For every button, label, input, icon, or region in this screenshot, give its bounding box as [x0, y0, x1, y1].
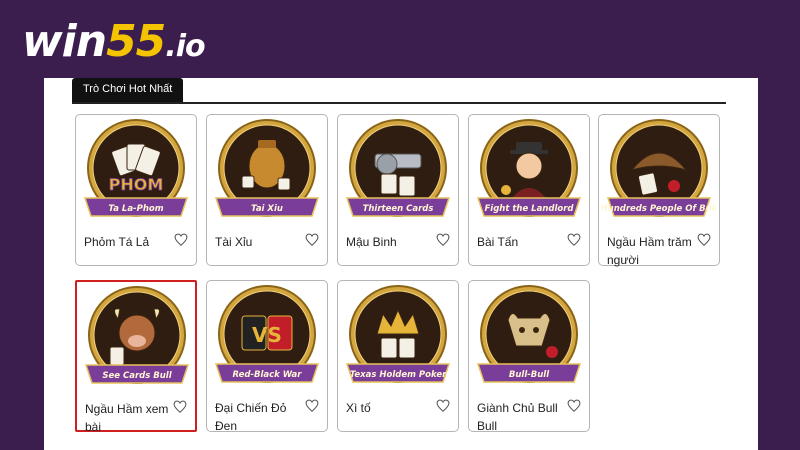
- heart-icon[interactable]: [173, 400, 187, 414]
- cards-phom-icon: PHOM: [108, 143, 164, 194]
- tab-hot-games[interactable]: Trò Chơi Hot Nhất: [72, 78, 184, 102]
- thumb-label: Thirteen Cards: [363, 204, 434, 214]
- thumb-label: Bull-Bull: [509, 370, 550, 380]
- game-name: Ngầu Hầm trăm người: [607, 235, 692, 267]
- svg-text:PHOM: PHOM: [109, 175, 164, 194]
- game-name: Giành Chủ Bull Bull: [477, 401, 558, 433]
- game-name: Mậu Binh: [346, 235, 397, 249]
- thumb-label: Hundreds People Of Bull: [602, 204, 716, 214]
- game-name: Bài Tấn: [477, 235, 519, 249]
- brand-logo[interactable]: win55.io: [22, 14, 206, 75]
- game-card[interactable]: Thirteen Cards Mậu Binh: [337, 114, 459, 266]
- game-thumbnail: Fight the Landlord: [476, 119, 582, 217]
- game-card[interactable]: Fight the Landlord Bài Tấn: [468, 114, 590, 266]
- heart-icon[interactable]: [567, 399, 581, 413]
- game-thumbnail: Thirteen Cards: [345, 119, 451, 217]
- heart-icon[interactable]: [174, 233, 188, 247]
- game-thumbnail: Bull-Bull: [476, 285, 582, 383]
- game-thumbnail: VS Red-Black War: [214, 285, 320, 383]
- svg-text:VS: VS: [252, 323, 282, 347]
- game-card[interactable]: Hundreds People Of Bull Ngầu Hầm trăm ngư…: [598, 114, 720, 267]
- logo-number: 55: [106, 16, 166, 67]
- heart-icon[interactable]: [305, 233, 319, 247]
- game-thumbnail: Tai Xiu: [214, 119, 320, 217]
- thumb-label: Ta La-Phom: [108, 204, 163, 214]
- game-name: Ngầu Hầm xem bài: [85, 402, 169, 434]
- game-thumbnail: See Cards Bull: [84, 286, 190, 384]
- game-card[interactable]: See Cards Bull Ngầu Hầm xem bài: [75, 280, 197, 434]
- game-thumbnail: Texas Holdem Poker: [345, 285, 451, 383]
- game-card[interactable]: VS Red-Black War Đại Chiến Đỏ Đen: [206, 280, 328, 433]
- thumb-label: Texas Holdem Poker: [350, 370, 447, 380]
- heart-icon[interactable]: [436, 233, 450, 247]
- logo-tld: .io: [165, 29, 205, 64]
- game-card[interactable]: Texas Holdem Poker Xì tố: [337, 280, 459, 432]
- heart-icon[interactable]: [567, 233, 581, 247]
- logo-main: win: [22, 16, 107, 67]
- section-tab-bar: Trò Chơi Hot Nhất: [72, 78, 726, 104]
- thumb-label: See Cards Bull: [102, 371, 172, 381]
- game-name: Xì tố: [346, 401, 371, 415]
- games-panel: Trò Chơi Hot Nhất PHOM Ta La-Phom Phỏm Tá …: [44, 78, 758, 450]
- thumb-label: Fight the Landlord: [484, 204, 574, 214]
- thumb-label: Red-Black War: [232, 370, 302, 380]
- game-card[interactable]: Bull-Bull Giành Chủ Bull Bull: [468, 280, 590, 433]
- heart-icon[interactable]: [436, 399, 450, 413]
- heart-icon[interactable]: [697, 233, 711, 247]
- game-name: Tài Xỉu: [215, 235, 253, 249]
- game-thumbnail: PHOM Ta La-Phom: [83, 119, 189, 217]
- game-card[interactable]: PHOM Ta La-Phom Phỏm Tá Lả: [75, 114, 197, 266]
- thumb-label: Tai Xiu: [251, 204, 283, 214]
- heart-icon[interactable]: [305, 399, 319, 413]
- game-name: Phỏm Tá Lả: [84, 235, 150, 249]
- game-name: Đại Chiến Đỏ Đen: [215, 401, 287, 433]
- game-thumbnail: Hundreds People Of Bull: [602, 119, 716, 217]
- game-card[interactable]: Tai Xiu Tài Xỉu: [206, 114, 328, 266]
